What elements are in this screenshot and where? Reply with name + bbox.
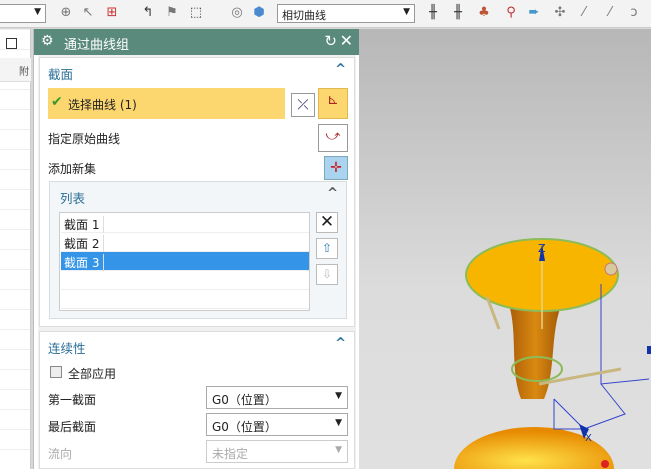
flow-direction-value: 未指定: [212, 447, 249, 461]
move-up-icon[interactable]: ⇧: [316, 238, 338, 259]
handle-point: [604, 262, 618, 276]
z-axis-label: Z: [538, 242, 546, 255]
rotate-point-icon[interactable]: ↰: [140, 5, 156, 21]
dialog-titlebar: ⚙ 通过曲线组 ↻ ✕: [34, 29, 359, 55]
left-panel: 附: [0, 29, 31, 469]
collapse-chevron-icon[interactable]: ^: [335, 62, 346, 77]
apply-all-label: 全部应用: [68, 367, 117, 381]
list-empty-row: [61, 290, 309, 309]
flag-icon[interactable]: ⚑: [164, 5, 180, 21]
through-curve-mesh-dialog: ⚙ 通过曲线组 ↻ ✕ 截面 ^ ✔ 选择曲线 (1) ⤫ ⊾ 指定原始曲线 ⤻…: [33, 29, 359, 469]
list-item[interactable]: 截面 1: [61, 214, 309, 233]
filter-select[interactable]: ▼: [0, 4, 46, 23]
section-group: 截面 ^ ✔ 选择曲线 (1) ⤫ ⊾ 指定原始曲线 ⤻ 添加新集 ✛ 列表 ^…: [39, 57, 355, 327]
close-icon[interactable]: ✕: [340, 31, 353, 50]
curve-select-icon[interactable]: ⊾: [318, 88, 348, 119]
constraint-icon[interactable]: ╫: [425, 5, 441, 21]
reverse-direction-button[interactable]: ⤫: [291, 93, 315, 117]
move-down-icon[interactable]: ⇩: [316, 264, 338, 285]
continuity-collapse-chevron-icon[interactable]: ^: [335, 336, 346, 351]
csys-handle: [647, 346, 651, 354]
left-panel-header: 附: [0, 58, 31, 82]
points-icon[interactable]: ✣: [552, 5, 568, 21]
check-icon: ✔: [51, 94, 63, 110]
maximize-icon[interactable]: [6, 38, 17, 49]
last-section-value: G0（位置）: [212, 420, 277, 434]
x-axis-label: X: [585, 433, 592, 444]
cube-icon[interactable]: ⬢: [251, 5, 267, 21]
list-item-label: 截面 2: [64, 235, 104, 252]
model-view: Z X: [454, 238, 651, 469]
list-item[interactable]: 截面 2: [61, 233, 309, 252]
list-item-label: 截面 1: [64, 216, 104, 233]
add-new-set-button[interactable]: ✛: [324, 156, 348, 180]
last-section-dropdown[interactable]: G0（位置） ▼: [206, 413, 348, 436]
line2-icon[interactable]: ⁄: [602, 5, 618, 21]
section-list[interactable]: 截面 1 截面 2 截面 3: [59, 212, 310, 311]
render-icon[interactable]: ◎: [229, 5, 245, 21]
flow-direction-dropdown[interactable]: 未指定 ▼: [206, 440, 348, 463]
curve-icon[interactable]: ↖: [80, 5, 96, 21]
reset-icon[interactable]: ↻: [324, 32, 337, 50]
first-section-value: G0（位置）: [212, 393, 277, 407]
section-title[interactable]: 截面: [48, 64, 73, 83]
first-section-label: 第一截面: [48, 393, 97, 407]
toolbar: ▼ ⊕ ↖ ⊞ ↰ ⚑ ⬚ ◎ ⬢ 相切曲线 ▼ ╫ ╫ ♣ ⚲ ➨ ✣ ⁄ ⁄ …: [0, 0, 651, 28]
direction-vector: [538, 367, 622, 386]
arrow-icon[interactable]: ➨: [526, 5, 542, 21]
specify-origin-curve-button[interactable]: ⤻: [318, 124, 348, 152]
snap-icon[interactable]: ⊕: [58, 5, 74, 21]
pin-icon[interactable]: ⚲: [503, 5, 519, 21]
first-section-dropdown[interactable]: G0（位置） ▼: [206, 386, 348, 409]
select-curve-row[interactable]: ✔ 选择曲线 (1): [48, 88, 285, 119]
list-item-selected[interactable]: 截面 3: [61, 252, 309, 271]
select-intent-icon[interactable]: ⊞: [104, 5, 120, 21]
graphics-viewport[interactable]: Z X: [359, 29, 651, 469]
assembly-icon[interactable]: ♣: [476, 5, 492, 21]
hook-icon[interactable]: ↄ: [626, 5, 642, 21]
dialog-title: 通过曲线组: [64, 38, 130, 53]
list-collapse-chevron-icon[interactable]: ^: [327, 186, 338, 201]
gear-icon[interactable]: ⚙: [41, 33, 54, 49]
list-title[interactable]: 列表: [60, 188, 85, 207]
rectangle-select-icon[interactable]: ⬚: [188, 5, 204, 21]
add-new-set-label: 添加新集: [48, 162, 97, 176]
curve-rule-select[interactable]: 相切曲线 ▼: [277, 4, 415, 23]
parallel-icon[interactable]: ╫: [450, 5, 466, 21]
origin-point: [601, 460, 609, 468]
remove-icon[interactable]: ✕: [316, 212, 338, 233]
list-empty-row: [61, 271, 309, 290]
vase-neck: [507, 299, 564, 399]
flow-direction-label: 流向: [48, 447, 73, 461]
line-icon[interactable]: ⁄: [576, 5, 592, 21]
select-curve-label: 选择曲线 (1): [68, 98, 137, 112]
list-item-label: 截面 3: [64, 254, 104, 271]
specify-origin-label: 指定原始曲线: [48, 132, 121, 146]
last-section-label: 最后截面: [48, 420, 97, 434]
continuity-title[interactable]: 连续性: [48, 338, 86, 357]
apply-all-checkbox[interactable]: [50, 366, 62, 378]
continuity-group: 连续性 ^ 全部应用 第一截面 G0（位置） ▼ 最后截面 G0（位置） ▼ 流向 …: [39, 331, 355, 469]
curve-rule-value: 相切曲线: [282, 9, 326, 22]
left-panel-header-text: 附: [19, 67, 29, 78]
list-group: 列表 ^ 截面 1 截面 2 截面 3 ✕ ⇧ ⇩: [49, 181, 347, 319]
